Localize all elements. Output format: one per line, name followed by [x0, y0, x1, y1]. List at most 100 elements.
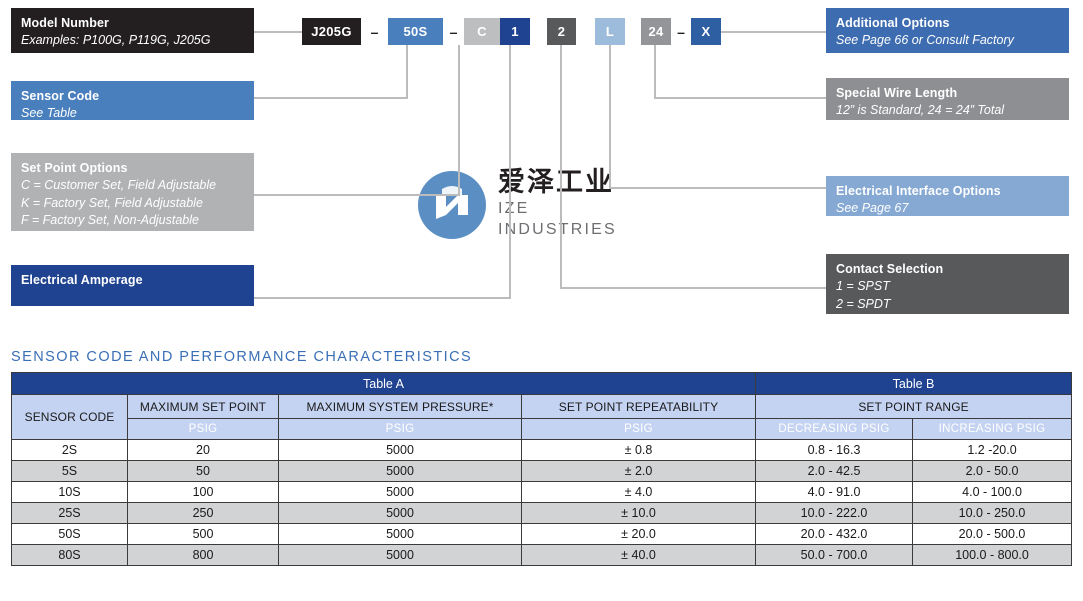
connector-additional-options	[706, 31, 826, 33]
cell-max-system-pressure: 5000	[278, 481, 522, 503]
callout-line: See Table	[21, 105, 77, 120]
chip-set-point-option[interactable]: C	[464, 18, 500, 45]
cell-sensor-code: 5S	[11, 460, 128, 482]
cell-decreasing: 10.0 - 222.0	[755, 502, 914, 524]
cell-sensor-code: 80S	[11, 544, 128, 566]
unit-header-max-system-pressure: PSIG	[278, 418, 522, 440]
connector-wire-length-v	[654, 45, 656, 99]
cell-increasing: 4.0 - 100.0	[912, 481, 1073, 503]
cell-decreasing: 2.0 - 42.5	[755, 460, 914, 482]
chip-model-number[interactable]: J205G	[302, 18, 361, 45]
cell-increasing: 1.2 -20.0	[912, 439, 1073, 461]
callout-line: 1 = SPST	[836, 278, 890, 293]
chip-separator-1: –	[370, 23, 379, 40]
cell-max-set-point: 250	[127, 502, 279, 524]
callout-line: K = Factory Set, Field Adjustable	[21, 195, 203, 210]
callout-contact-selection: Contact Selection 1 = SPST 2 = SPDT	[826, 254, 1069, 314]
cell-max-set-point: 20	[127, 439, 279, 461]
cell-decreasing: 0.8 - 16.3	[755, 439, 914, 461]
cell-max-system-pressure: 5000	[278, 544, 522, 566]
section-title: SENSOR CODE AND PERFORMANCE CHARACTERIST…	[11, 349, 473, 365]
company-watermark: 爱泽工业 IZE INDUSTRIES	[416, 168, 646, 242]
connector-set-point-options-v	[458, 45, 460, 196]
callout-title: Contact Selection	[836, 262, 944, 276]
table-unit-header-row: PSIG PSIG PSIG DECREASING PSIG INCREASIN…	[12, 418, 1073, 440]
chip-electrical-interface[interactable]: L	[595, 18, 625, 45]
callout-title: Sensor Code	[21, 89, 100, 103]
cell-repeatability: ± 40.0	[520, 544, 757, 566]
cell-max-set-point: 800	[127, 544, 279, 566]
cell-decreasing: 20.0 - 432.0	[755, 523, 914, 545]
callout-title: Electrical Interface Options	[836, 184, 1001, 198]
datasheet-page: 爱泽工业 IZE INDUSTRIES J205G – 50S – C 1 2 …	[0, 0, 1083, 601]
watermark-en-text: IZE INDUSTRIES	[498, 200, 617, 239]
callout-electrical-interface-options: Electrical Interface Options See Page 67	[826, 176, 1069, 216]
watermark-cn-text: 爱泽工业	[498, 167, 614, 199]
table-row: 50S 500 5000 ± 20.0 20.0 - 432.0 20.0 - 500.0	[11, 523, 1073, 545]
callout-model-number: Model Number Examples: P100G, P119G, J20…	[11, 8, 254, 53]
chip-sensor-code[interactable]: 50S	[388, 18, 443, 45]
cell-max-system-pressure: 5000	[278, 502, 522, 524]
sensor-spec-table: Table A Table B SENSOR CODE MAXIMUM SET …	[10, 372, 1073, 566]
cell-max-set-point: 50	[127, 460, 279, 482]
col-header-sensor-code: SENSOR CODE	[11, 394, 128, 440]
callout-sensor-code: Sensor Code See Table	[11, 81, 254, 120]
connector-sensor-code-v	[406, 45, 408, 99]
table-row: 25S 250 5000 ± 10.0 10.0 - 222.0 10.0 - 250.0	[11, 502, 1073, 524]
cell-repeatability: ± 10.0	[520, 502, 757, 524]
callout-line: Examples: P100G, P119G, J205G	[21, 32, 211, 47]
callout-title: Model Number	[21, 16, 110, 30]
table-row: 5S 50 5000 ± 2.0 2.0 - 42.5 2.0 - 50.0	[11, 460, 1073, 482]
callout-line: F = Factory Set, Non-Adjustable	[21, 213, 199, 228]
unit-header-max-set-point: PSIG	[127, 418, 279, 440]
table-a-header: Table A	[10, 372, 757, 395]
cell-repeatability: ± 20.0	[520, 523, 757, 545]
callout-title: Electrical Amperage	[21, 273, 143, 287]
callout-line: 2 = SPDT	[836, 296, 891, 311]
col-header-set-point-range: SET POINT RANGE	[755, 394, 1073, 419]
cell-repeatability: ± 0.8	[520, 439, 757, 461]
connector-model-number	[254, 31, 302, 33]
cell-increasing: 20.0 - 500.0	[912, 523, 1073, 545]
col-header-set-point-repeatability: SET POINT REPEATABILITY	[520, 394, 757, 419]
chip-contact-selection[interactable]: 2	[547, 18, 576, 45]
chip-additional-options[interactable]: X	[691, 18, 721, 45]
cell-max-set-point: 100	[127, 481, 279, 503]
callout-title: Additional Options	[836, 16, 950, 30]
cell-sensor-code: 25S	[11, 502, 128, 524]
cell-max-set-point: 500	[127, 523, 279, 545]
connector-contact-selection-v	[560, 45, 562, 289]
callout-title: Set Point Options	[21, 161, 128, 175]
connector-set-point-options-h	[254, 194, 460, 196]
connector-interface-options-h	[609, 187, 826, 189]
cell-max-system-pressure: 5000	[278, 523, 522, 545]
cell-repeatability: ± 4.0	[520, 481, 757, 503]
cell-sensor-code: 10S	[11, 481, 128, 503]
cell-increasing: 2.0 - 50.0	[912, 460, 1073, 482]
callout-electrical-amperage: Electrical Amperage	[11, 265, 254, 306]
cell-increasing: 10.0 - 250.0	[912, 502, 1073, 524]
chip-separator-3: –	[677, 23, 685, 40]
cell-max-system-pressure: 5000	[278, 439, 522, 461]
table-group-header-row: Table A Table B	[10, 372, 1073, 395]
connector-wire-length-h	[654, 97, 826, 99]
callout-set-point-options: Set Point Options C = Customer Set, Fiel…	[11, 153, 254, 231]
circle-n-logo-icon	[416, 169, 488, 241]
callout-line: C = Customer Set, Field Adjustable	[21, 177, 217, 192]
chip-electrical-amperage[interactable]: 1	[500, 18, 530, 45]
unit-header-repeatability: PSIG	[520, 418, 757, 440]
cell-decreasing: 50.0 - 700.0	[755, 544, 914, 566]
callout-title: Special Wire Length	[836, 86, 958, 100]
cell-sensor-code: 2S	[11, 439, 128, 461]
connector-sensor-code-h	[254, 97, 408, 99]
chip-separator-2: –	[449, 23, 458, 40]
connector-electrical-amperage-h	[254, 297, 511, 299]
table-column-header-row: SENSOR CODE MAXIMUM SET POINT MAXIMUM SY…	[11, 394, 1073, 440]
cell-decreasing: 4.0 - 91.0	[755, 481, 914, 503]
cell-max-system-pressure: 5000	[278, 460, 522, 482]
connector-interface-options-v	[609, 45, 611, 189]
chip-wire-length[interactable]: 24	[641, 18, 671, 45]
callout-line: See Page 67	[836, 200, 909, 215]
callout-special-wire-length: Special Wire Length 12” is Standard, 24 …	[826, 78, 1069, 120]
callout-line: 12” is Standard, 24 = 24” Total	[836, 102, 1005, 117]
